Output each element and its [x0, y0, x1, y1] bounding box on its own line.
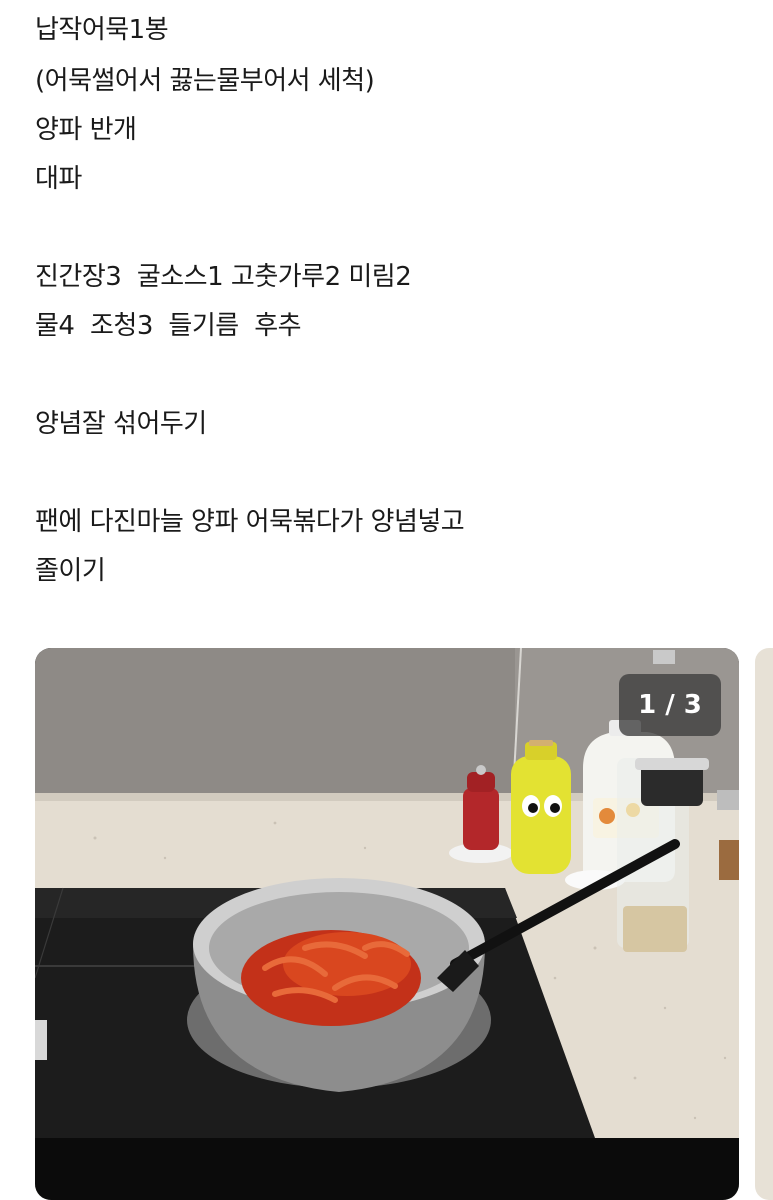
- carousel-slide-photo[interactable]: 1 / 3: [35, 648, 739, 1200]
- recipe-line-green-onion: 대파: [35, 164, 82, 194]
- recipe-line-mix: 양념잘 섞어두기: [35, 409, 207, 439]
- recipe-line-step: 팬에 다진마늘 양파 어묵볶다가 양념넣고: [35, 507, 465, 537]
- recipe-line-wash: (어묵썰어서 끓는물부어서 세척): [35, 66, 375, 96]
- image-carousel[interactable]: 1 / 3: [35, 648, 773, 1200]
- recipe-line-sauce-1: 진간장3 굴소스1 고춧가루2 미림2: [35, 262, 412, 292]
- recipe-line-fishcake: 납작어묵1봉: [35, 15, 169, 45]
- recipe-line-sauce-2: 물4 조청3 들기름 후추: [35, 311, 302, 341]
- next-slide-preview[interactable]: [755, 648, 773, 1200]
- recipe-line-simmer: 졸이기: [35, 556, 106, 586]
- slide-counter: 1 / 3: [619, 674, 721, 736]
- recipe-line-onion: 양파 반개: [35, 115, 137, 145]
